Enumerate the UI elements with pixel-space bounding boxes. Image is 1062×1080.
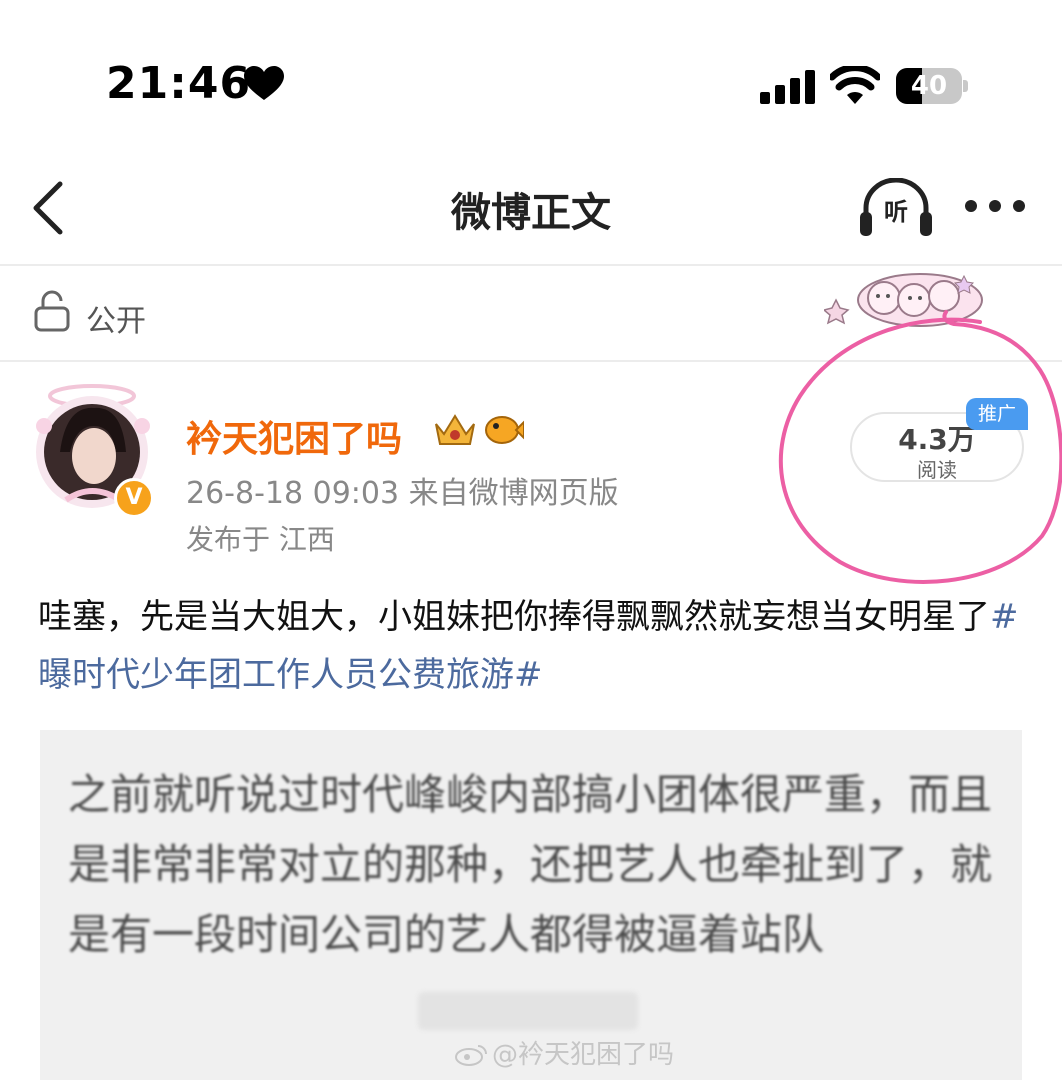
battery-level: 40 <box>910 71 948 101</box>
crown-icon <box>435 414 475 445</box>
post-location: 发布于 江西 <box>186 523 335 556</box>
sticker-decoration-icon <box>824 273 983 327</box>
nav-bar: 微博正文 听 <box>0 150 1062 265</box>
read-label: 阅读 <box>917 458 957 482</box>
fish-icon <box>485 416 524 444</box>
watermark: @衿天犯困了吗 <box>454 1034 674 1071</box>
username[interactable]: 衿天犯困了吗 <box>186 410 402 462</box>
more-icon[interactable] <box>964 198 1026 214</box>
visibility-bar: 公开 <box>0 266 1062 360</box>
post-text: 哇塞，先是当大姐大，小姐妹把你捧得飘飘然就妄想当女明星了 <box>38 597 990 637</box>
heart-icon <box>244 66 284 100</box>
signal-icon <box>760 70 815 104</box>
listen-label: 听 <box>884 198 908 226</box>
battery-icon: 40 <box>896 68 968 104</box>
listen-button[interactable]: 听 <box>858 178 934 238</box>
embedded-image-text: 之前就听说过时代峰峻内部搞小团体很严重，而且是非常非常对立的那种，还把艺人也牵扯… <box>68 770 993 959</box>
visibility-label: 公开 <box>86 304 146 339</box>
post-meta: 26-8-18 09:03 来自微博网页版 <box>186 476 619 511</box>
status-time: 21:46 <box>106 58 252 109</box>
watermark-text: @衿天犯困了吗 <box>492 1040 675 1070</box>
status-bar: 21:46 40 <box>0 0 1062 170</box>
blurred-tag <box>418 992 638 1030</box>
divider <box>0 360 1062 362</box>
promo-tag[interactable]: 推广 <box>966 398 1028 430</box>
weibo-logo-icon <box>455 1045 487 1066</box>
lock-icon <box>34 290 70 332</box>
post-body: 哇塞，先是当大姐大，小姐妹把你捧得飘飘然就妄想当女明星了#曝时代少年团工作人员公… <box>38 588 1028 704</box>
wifi-icon <box>830 66 880 104</box>
embedded-image[interactable]: 之前就听说过时代峰峻内部搞小团体很严重，而且是非常非常对立的那种，还把艺人也牵扯… <box>40 730 1022 1080</box>
verified-badge: V <box>114 478 154 518</box>
